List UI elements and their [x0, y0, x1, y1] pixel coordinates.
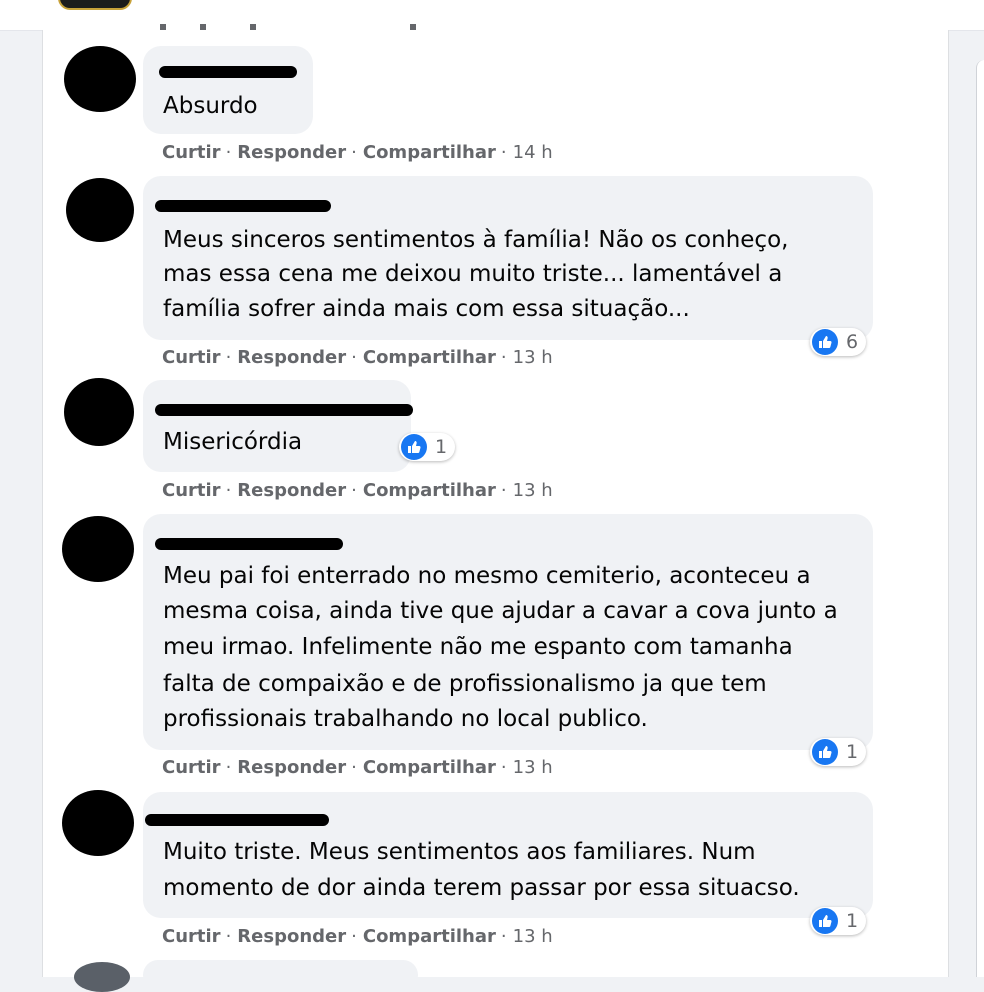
cut-off-text [160, 24, 420, 30]
comment-bubble: Absurdo [143, 46, 313, 134]
timestamp[interactable]: 13 h [513, 757, 553, 778]
comment-bubble [143, 960, 418, 990]
separator: · [351, 926, 357, 947]
redacted-author-name[interactable] [155, 538, 343, 550]
avatar[interactable] [64, 46, 136, 112]
reaction-count: 6 [846, 331, 859, 353]
reply-link[interactable]: Responder [237, 757, 346, 778]
comment-actions: Curtir · Responder · Compartilhar · 13 h [162, 756, 553, 780]
avatar[interactable] [64, 378, 134, 446]
like-icon [812, 908, 838, 934]
separator: · [225, 480, 232, 501]
comment-text: Absurdo [163, 93, 258, 119]
like-link[interactable]: Curtir [162, 142, 221, 163]
separator: · [500, 142, 507, 163]
redacted-author-name[interactable] [145, 814, 329, 826]
reaction-count-badge[interactable]: 1 [399, 433, 456, 461]
share-link[interactable]: Compartilhar [363, 142, 496, 163]
like-link[interactable]: Curtir [162, 926, 221, 947]
avatar[interactable] [66, 178, 134, 242]
reaction-count: 1 [846, 741, 859, 763]
separator: · [500, 926, 507, 947]
separator: · [500, 480, 507, 501]
like-icon [812, 329, 838, 355]
reply-link[interactable]: Responder [237, 142, 346, 163]
reply-link[interactable]: Responder [237, 347, 346, 368]
timestamp[interactable]: 13 h [513, 347, 553, 368]
like-link[interactable]: Curtir [162, 480, 221, 501]
comment-actions: Curtir · Responder · Compartilhar · 13 h [162, 346, 553, 370]
comment-actions: Curtir · Responder · Compartilhar · 13 h [162, 925, 553, 949]
like-link[interactable]: Curtir [162, 347, 221, 368]
reaction-count: 1 [846, 910, 859, 932]
comment-text-line: mesma coisa, ainda tive que ajudar a cav… [163, 598, 838, 624]
page-avatar[interactable] [58, 0, 132, 10]
comment-text: Misericórdia [163, 429, 303, 455]
share-link[interactable]: Compartilhar [363, 926, 496, 947]
redacted-author-name[interactable] [155, 404, 413, 416]
reaction-count-badge[interactable]: 1 [810, 907, 867, 935]
comment-bubble: Meus sinceros sentimentos à família! Não… [143, 176, 873, 340]
separator: · [351, 480, 357, 501]
reaction-count: 1 [435, 436, 448, 458]
comment-bubble: Muito triste. Meus sentimentos aos famil… [143, 792, 873, 918]
redacted-author-name[interactable] [155, 200, 331, 212]
avatar[interactable] [74, 962, 130, 992]
avatar[interactable] [62, 516, 134, 582]
separator: · [500, 757, 507, 778]
share-link[interactable]: Compartilhar [363, 347, 496, 368]
like-icon [812, 739, 838, 765]
separator: · [351, 347, 357, 368]
comment-text-line: família sofrer ainda mais com essa situa… [163, 296, 690, 322]
comment-text-line: falta de compaixão e de profissionalismo… [163, 671, 767, 697]
timestamp[interactable]: 13 h [513, 926, 553, 947]
separator: · [225, 926, 232, 947]
comment-text-line: profissionais trabalhando no local publi… [163, 706, 648, 732]
like-link[interactable]: Curtir [162, 757, 221, 778]
separator: · [500, 347, 507, 368]
timestamp[interactable]: 14 h [513, 142, 553, 163]
avatar[interactable] [62, 790, 134, 856]
separator: · [351, 142, 357, 163]
reply-link[interactable]: Responder [237, 480, 346, 501]
separator: · [225, 757, 232, 778]
comment-text-line: momento de dor ainda terem passar por es… [163, 875, 800, 901]
comment-text-line: Meu pai foi enterrado no mesmo cemiterio… [163, 563, 811, 589]
timestamp[interactable]: 13 h [513, 480, 553, 501]
separator: · [351, 757, 357, 778]
reaction-count-badge[interactable]: 6 [810, 328, 867, 356]
comment-text-line: mas essa cena me deixou muito triste... … [163, 261, 783, 287]
comment-text-line: Meus sinceros sentimentos à família! Não… [163, 227, 789, 253]
share-link[interactable]: Compartilhar [363, 480, 496, 501]
comment-text-line: meu irmao. Infelimente não me espanto co… [163, 634, 793, 660]
separator: · [225, 142, 232, 163]
reply-link[interactable]: Responder [237, 926, 346, 947]
comment-bubble: Misericórdia [143, 380, 413, 472]
comment-actions: Curtir · Responder · Compartilhar · 14 h [162, 141, 553, 165]
side-panel-edge [976, 60, 984, 977]
share-link[interactable]: Compartilhar [363, 757, 496, 778]
top-bar [0, 0, 984, 31]
like-icon [401, 434, 427, 460]
comment-actions: Curtir · Responder · Compartilhar · 13 h [162, 479, 553, 503]
redacted-author-name[interactable] [159, 66, 297, 78]
separator: · [225, 347, 232, 368]
comment-bubble: Meu pai foi enterrado no mesmo cemiterio… [143, 514, 873, 750]
reaction-count-badge[interactable]: 1 [810, 738, 867, 766]
comment-text-line: Muito triste. Meus sentimentos aos famil… [163, 839, 756, 865]
